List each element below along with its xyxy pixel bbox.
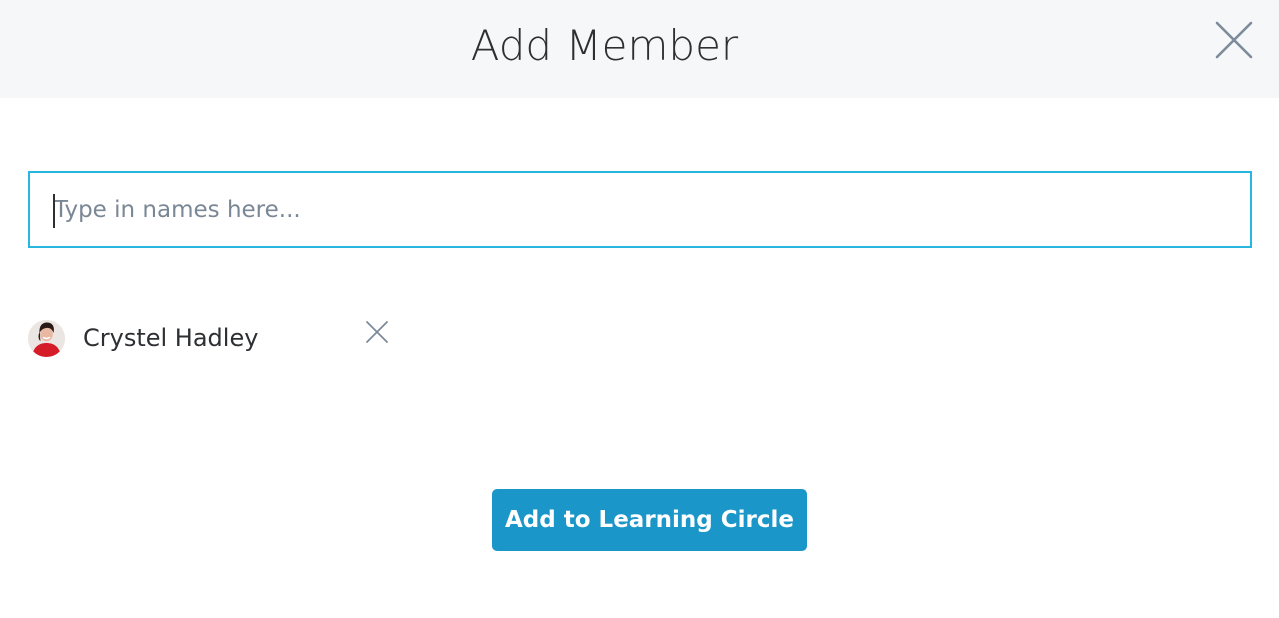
selected-member-item: Crystel Hadley — [28, 318, 398, 358]
dialog-header: Add Member — [0, 0, 1279, 98]
close-icon — [366, 321, 388, 343]
member-search-input[interactable] — [30, 173, 1250, 246]
member-name: Crystel Hadley — [83, 324, 259, 352]
add-to-learning-circle-button[interactable]: Add to Learning Circle — [492, 489, 807, 551]
remove-member-button[interactable] — [363, 318, 391, 346]
add-member-dialog: Add Member Crystel Hadley — [0, 0, 1279, 618]
avatar — [28, 320, 65, 357]
member-search-field[interactable] — [28, 171, 1252, 248]
close-dialog-button[interactable] — [1210, 16, 1258, 64]
text-cursor — [53, 194, 55, 228]
close-icon — [1215, 21, 1253, 59]
dialog-title: Add Member — [470, 21, 739, 70]
